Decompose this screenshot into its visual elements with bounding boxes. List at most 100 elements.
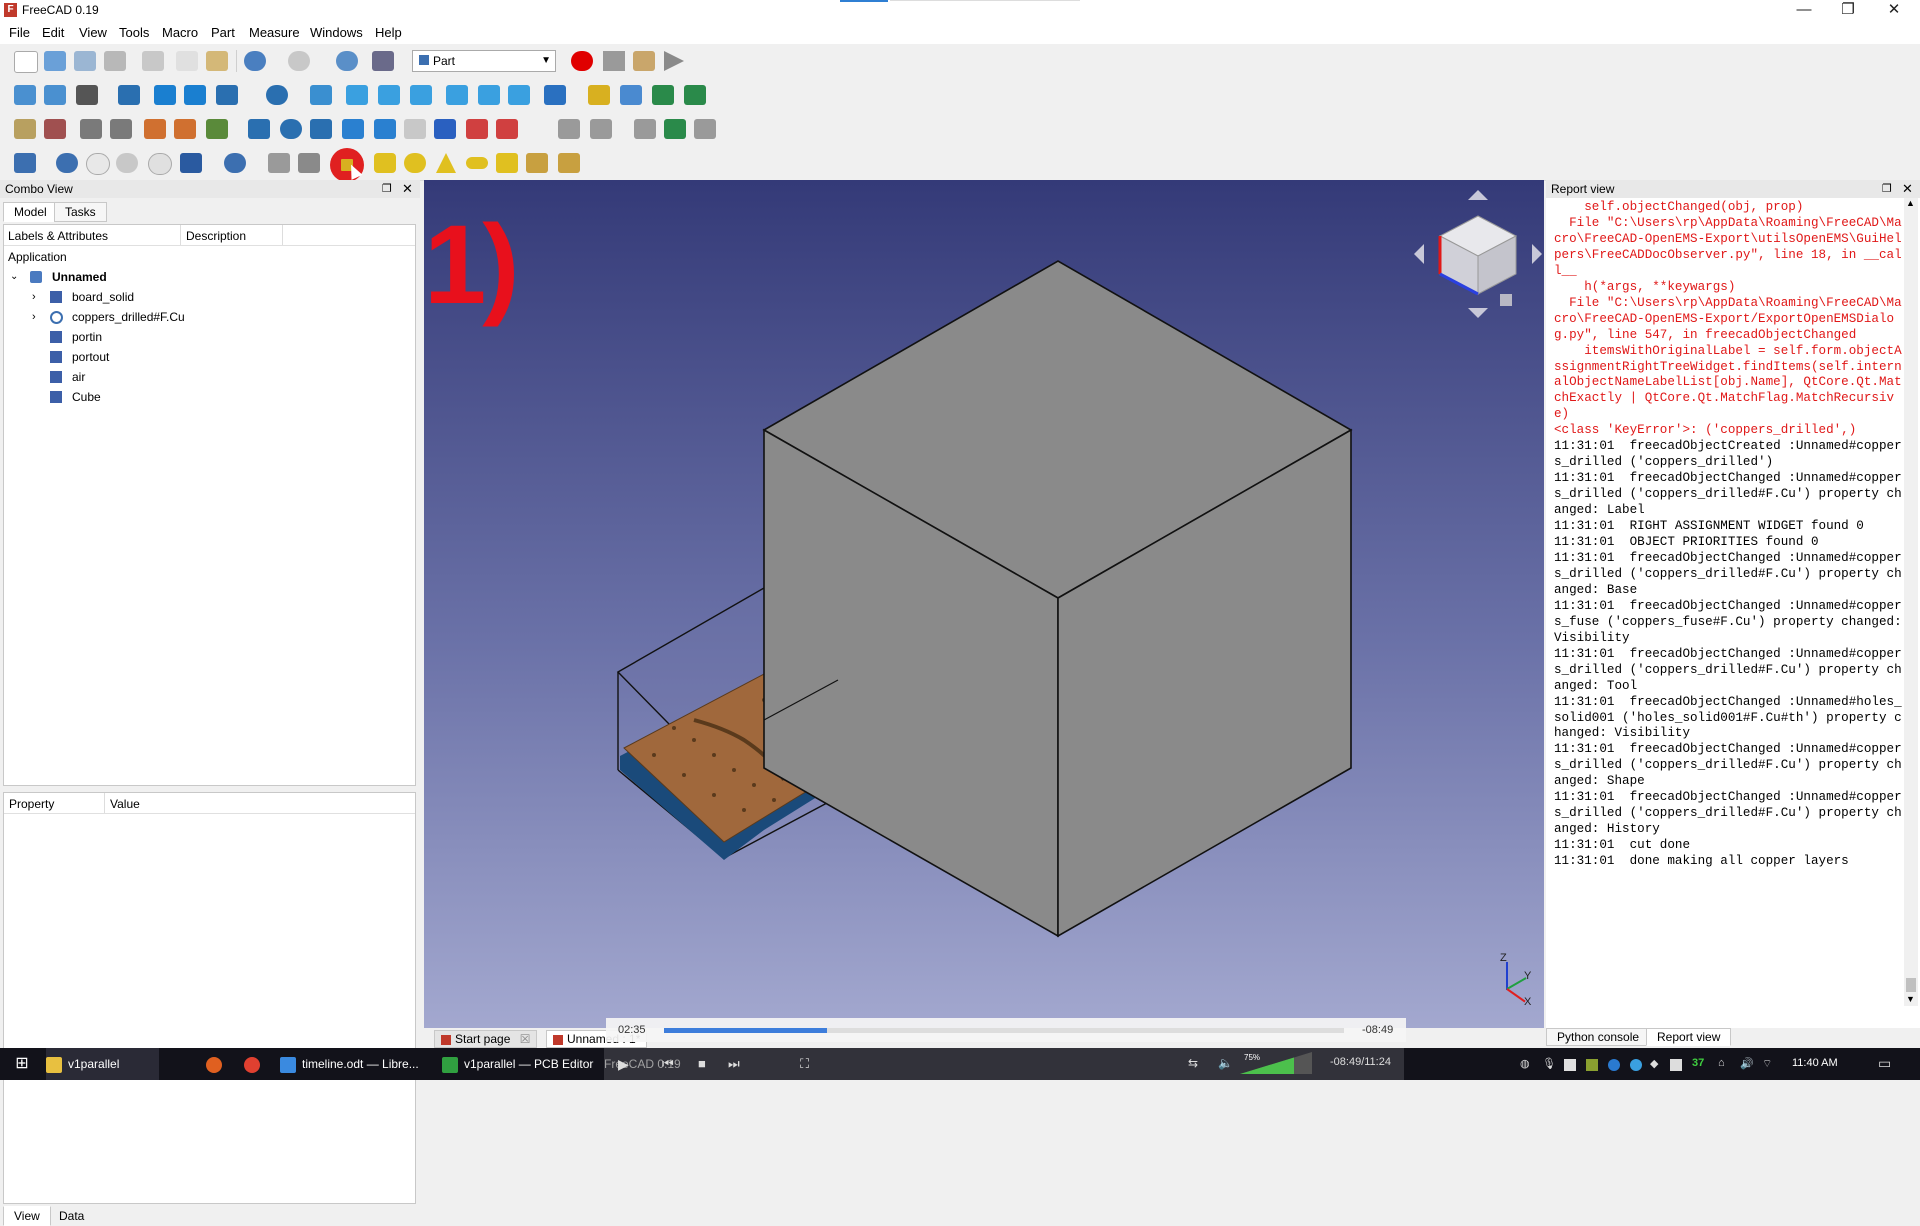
tree-item-board-solid[interactable]: › board_solid [28, 287, 408, 307]
run-macro-icon[interactable] [664, 51, 684, 71]
dropbox-icon[interactable]: ◆ [1650, 1057, 1658, 1070]
union-icon[interactable] [116, 153, 138, 173]
restore-button[interactable]: ❐ [1826, 0, 1870, 22]
tree-item-portin[interactable]: portin [28, 327, 408, 347]
openems-excitation-icon[interactable] [144, 119, 166, 139]
firefox-icon[interactable] [206, 1048, 228, 1080]
cylinder-icon[interactable] [374, 153, 396, 173]
shape-builder-icon[interactable] [558, 153, 580, 173]
scroll-up-icon[interactable]: ▲ [1906, 198, 1915, 208]
open-folder-icon[interactable] [44, 51, 66, 71]
expand-arrow-icon[interactable]: › [32, 307, 36, 327]
join-features-icon[interactable] [180, 153, 202, 173]
tab-data[interactable]: Data [48, 1206, 95, 1226]
volume-slider[interactable]: 75% [1240, 1052, 1312, 1074]
network-icon[interactable]: ⌂ [1718, 1057, 1725, 1069]
create-group-icon[interactable] [620, 85, 642, 105]
tube-icon[interactable] [496, 153, 518, 173]
rear-view-icon[interactable] [446, 85, 468, 105]
minimize-button[interactable]: — [1782, 0, 1826, 22]
boolean-icon[interactable] [56, 153, 78, 173]
copy-icon[interactable] [176, 51, 198, 71]
windows-start-icon[interactable]: ⊞ [10, 1048, 34, 1080]
tray-counter[interactable]: 37 [1692, 1057, 1704, 1069]
cross-sections-icon[interactable] [590, 119, 612, 139]
workbench-selector[interactable]: Part ▼ [412, 50, 556, 72]
video-seek-bar[interactable]: 02:35 -08:49 [606, 1018, 1406, 1042]
save-icon[interactable] [74, 51, 96, 71]
fit-all-icon[interactable] [14, 85, 36, 105]
close-window-button[interactable]: ✕ [1872, 0, 1916, 22]
cut-shape-icon[interactable] [86, 153, 110, 175]
left-view-icon[interactable] [508, 85, 530, 105]
intersection-icon[interactable] [148, 153, 172, 175]
tab-view[interactable]: View [3, 1206, 51, 1226]
tab-start-page[interactable]: Start page ☒ [434, 1030, 538, 1048]
volume-icon[interactable]: 🔊 [1740, 1057, 1754, 1070]
openems-grid-icon[interactable] [44, 119, 66, 139]
skip-forward-icon[interactable]: ⏭ [728, 1056, 740, 1072]
tree-item-air[interactable]: air [28, 367, 408, 387]
tree-item-coppers-drilled[interactable]: › coppers_drilled#F.Cu [28, 307, 408, 327]
menu-file[interactable]: File [9, 25, 30, 40]
torus-icon[interactable] [466, 157, 488, 169]
zoom-icon[interactable] [266, 85, 288, 105]
taskbar-item-pcb-editor[interactable]: v1parallel — PCB Editor [442, 1048, 593, 1080]
scroll-thumb[interactable] [1906, 978, 1916, 992]
browser-icon[interactable] [1630, 1059, 1642, 1071]
tree-item-cube[interactable]: Cube [28, 387, 408, 407]
thickness-icon[interactable] [664, 119, 686, 139]
print-icon[interactable] [104, 51, 126, 71]
column-description[interactable]: Description [186, 229, 246, 243]
float-panel-icon[interactable]: ❐ [1882, 182, 1892, 195]
paste-icon[interactable] [206, 51, 228, 71]
sync-view-icon[interactable] [216, 85, 238, 105]
whats-this-icon[interactable] [372, 51, 394, 71]
mirror-icon[interactable] [310, 119, 332, 139]
column-labels-attributes[interactable]: Labels & Attributes [8, 229, 108, 243]
close-tab-icon[interactable]: ☒ [520, 1032, 531, 1046]
loft-icon[interactable] [466, 119, 488, 139]
video-progress-track[interactable] [664, 1028, 1344, 1033]
close-panel-icon[interactable]: ✕ [1902, 181, 1913, 197]
arrow-right-icon[interactable] [184, 85, 206, 105]
notification-icon[interactable]: ▭ [1878, 1055, 1891, 1072]
arrow-left-icon[interactable] [154, 85, 176, 105]
loop-icon[interactable]: ⇆ [1188, 1056, 1198, 1070]
projection-icon[interactable] [694, 119, 716, 139]
play-icon[interactable]: ▶ [618, 1056, 629, 1073]
openems-lumped-part-icon[interactable] [174, 119, 196, 139]
right-view-icon[interactable] [410, 85, 432, 105]
chamfer-icon[interactable] [374, 119, 396, 139]
make-face-icon[interactable] [404, 119, 426, 139]
menu-edit[interactable]: Edit [42, 25, 64, 40]
fillet-icon[interactable] [342, 119, 364, 139]
menu-help[interactable]: Help [375, 25, 402, 40]
split-features-icon[interactable] [224, 153, 246, 173]
fit-selection-icon[interactable] [44, 85, 66, 105]
extrude-icon[interactable] [248, 119, 270, 139]
menu-measure[interactable]: Measure [249, 25, 300, 40]
openems-port-icon[interactable] [110, 119, 132, 139]
tray-window-icon[interactable] [1564, 1059, 1576, 1071]
skip-back-icon[interactable]: ⏮ [662, 1056, 674, 1072]
navigation-cube[interactable] [1408, 180, 1544, 320]
create-part-icon[interactable] [588, 85, 610, 105]
report-log[interactable]: self.objectChanged(obj, prop) File "C:\U… [1554, 200, 1904, 870]
close-panel-icon[interactable]: ✕ [402, 181, 413, 197]
part-primitives-icon[interactable] [14, 153, 36, 173]
menu-tools[interactable]: Tools [119, 25, 149, 40]
float-panel-icon[interactable]: ❐ [382, 182, 392, 195]
offset-icon[interactable] [634, 119, 656, 139]
edit-macro-icon[interactable] [633, 51, 655, 71]
tab-report-view[interactable]: Report view [1646, 1028, 1732, 1046]
new-document-icon[interactable] [14, 51, 38, 73]
taskbar-item-timeline[interactable]: timeline.odt — Libre... [280, 1048, 419, 1080]
record-macro-icon[interactable] [571, 51, 593, 71]
fullscreen-icon[interactable]: ⛶ [800, 1056, 809, 1072]
expand-arrow-icon[interactable]: › [32, 287, 36, 307]
sphere-icon[interactable] [404, 153, 426, 173]
wifi-icon[interactable]: ⌔ [1762, 1057, 1772, 1071]
taskbar-item-v1parallel[interactable]: v1parallel [46, 1048, 160, 1080]
3d-viewport[interactable]: 1) Z Y X [424, 180, 1544, 1028]
